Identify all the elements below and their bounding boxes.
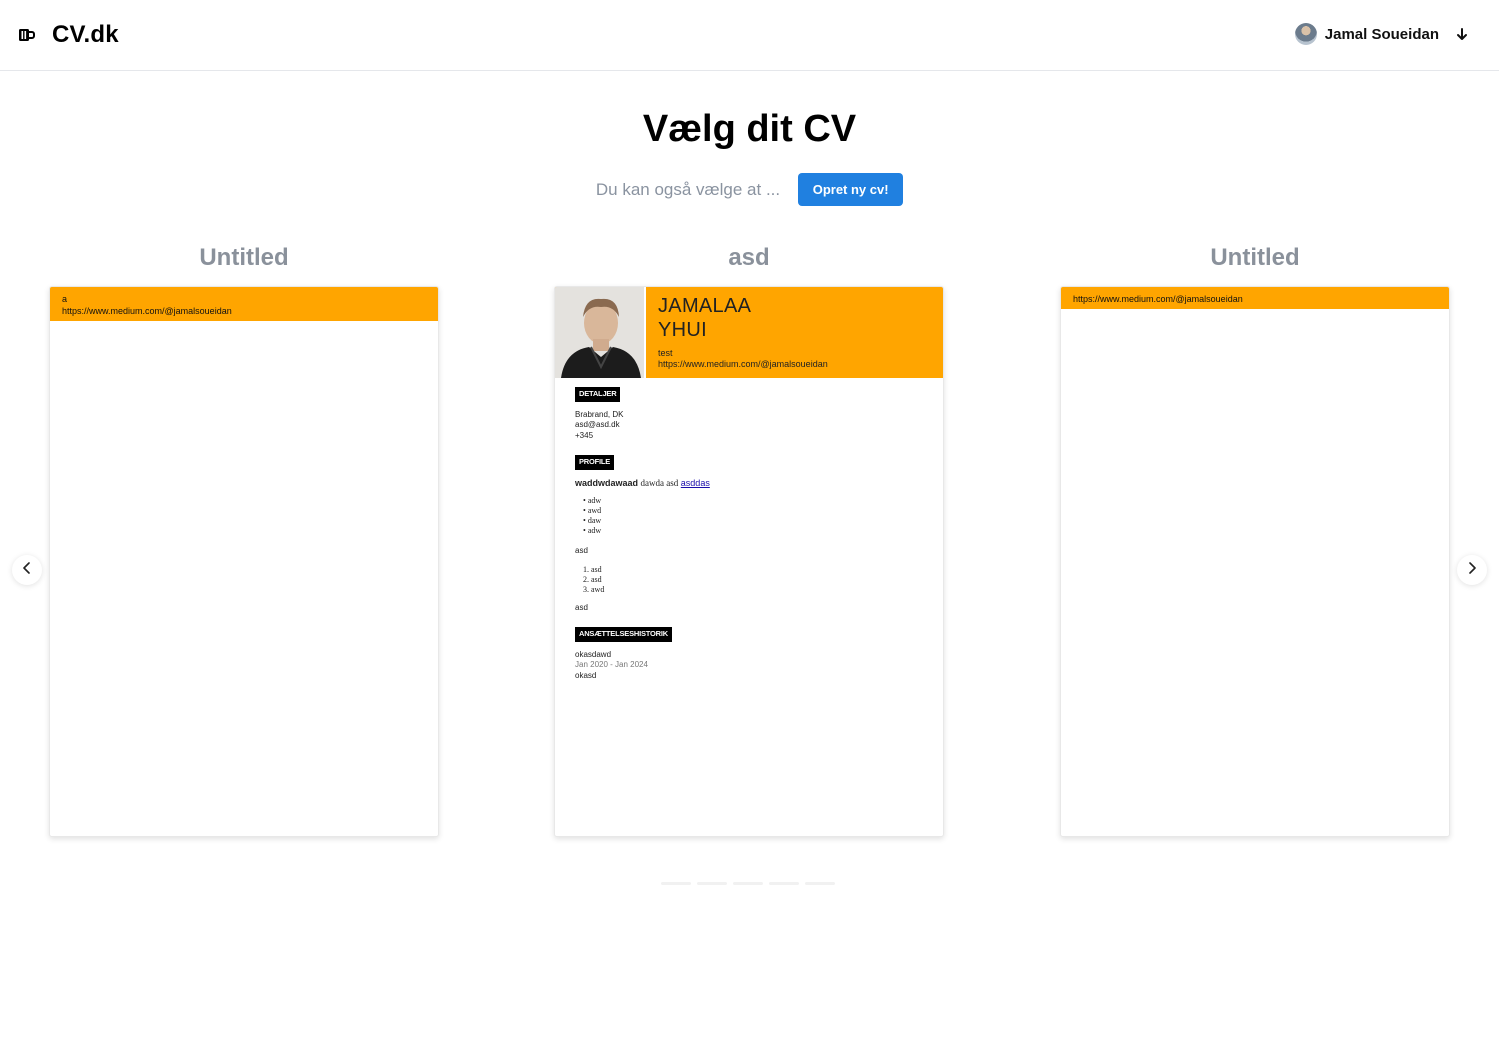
carousel-dot[interactable] <box>661 882 691 885</box>
carousel-dot[interactable] <box>733 882 763 885</box>
cv-details-section: DETALJER Brabrand, DK asd@asd.dk +345 <box>575 387 923 441</box>
profile-bold-text: waddwdawaad <box>575 477 639 488</box>
carousel-next-button[interactable] <box>1457 555 1487 585</box>
carousel-indicators <box>661 882 835 885</box>
section-label: ANSÆTTELSESHISTORIK <box>575 627 672 642</box>
cv-card-title: Untitled <box>199 244 289 271</box>
list-item: awd <box>591 585 923 595</box>
list-item: • adw <box>583 496 602 505</box>
cv-name-last: YHUI <box>658 319 707 341</box>
cv-header-text: a <box>62 294 68 304</box>
cv-subtitle: test <box>658 348 673 358</box>
arrow-down-icon <box>1455 27 1469 41</box>
cv-body: DETALJER Brabrand, DK asd@asd.dk +345 PR… <box>555 378 943 704</box>
cv-detail-email: asd@asd.dk <box>575 420 620 429</box>
section-label: PROFILE <box>575 455 615 470</box>
brand-logo[interactable]: CV.dk <box>18 21 119 49</box>
cv-employment-section: ANSÆTTELSESHISTORIK okasdawd Jan 2020 - … <box>575 627 923 681</box>
list-item: asd <box>591 575 923 585</box>
profile-paragraph: asd <box>575 602 588 612</box>
subtitle-row: Du kan også vælge at ... Opret ny cv! <box>0 173 1499 206</box>
job-description: okasd <box>575 670 597 680</box>
brand-name: CV.dk <box>52 21 119 48</box>
job-title: okasdawd <box>575 649 612 659</box>
profile-paragraph: asd <box>575 546 588 555</box>
avatar <box>1294 23 1317 45</box>
cv-header: https://www.medium.com/@jamalsoueidan <box>1061 287 1449 309</box>
list-item: asd <box>591 565 923 575</box>
cv-card[interactable]: JAMALAA YHUI test https://www.medium.com… <box>554 286 944 837</box>
cv-card[interactable]: https://www.medium.com/@jamalsoueidan <box>1060 286 1450 837</box>
create-cv-button[interactable]: Opret ny cv! <box>798 173 904 206</box>
user-name: Jamal Soueidan <box>1324 25 1439 43</box>
cv-header-url: https://www.medium.com/@jamalsoueidan <box>62 306 232 316</box>
chevron-left-icon <box>22 561 32 579</box>
profile-photo <box>555 287 646 378</box>
cv-header-text: JAMALAA YHUI test https://www.medium.com… <box>646 287 840 378</box>
cv-header: JAMALAA YHUI test https://www.medium.com… <box>555 287 943 378</box>
subtitle-text: Du kan også vælge at ... <box>595 179 781 199</box>
section-label: DETALJER <box>575 387 621 402</box>
carousel-dot[interactable] <box>769 882 799 885</box>
chevron-right-icon <box>1467 561 1477 579</box>
cv-header: a https://www.medium.com/@jamalsoueidan <box>50 287 438 321</box>
cv-card-title: asd <box>728 244 770 271</box>
cv-detail-location: Brabrand, DK <box>575 409 624 419</box>
numbered-list: asd asd awd <box>591 565 923 595</box>
carousel-dot[interactable] <box>805 882 835 885</box>
top-navigation-bar: CV.dk Jamal Soueidan <box>0 0 1499 71</box>
bullet-list: • adw • awd • daw • adw <box>583 496 923 536</box>
cv-header-url: https://www.medium.com/@jamalsoueidan <box>1073 294 1243 304</box>
list-item: • adw <box>583 526 602 535</box>
beer-mug-icon <box>18 25 38 45</box>
profile-text: dawda asd <box>640 477 679 488</box>
cv-card-title: Untitled <box>1210 244 1300 271</box>
list-item: • awd <box>583 506 602 515</box>
carousel-prev-button[interactable] <box>12 555 42 585</box>
list-item: • daw <box>583 516 602 525</box>
carousel-dot[interactable] <box>697 882 727 885</box>
cv-detail-phone: +345 <box>575 430 594 440</box>
cv-name-first: JAMALAA <box>658 295 752 317</box>
page-title: Vælg dit CV <box>642 108 857 150</box>
cv-card[interactable]: a https://www.medium.com/@jamalsoueidan <box>49 286 439 837</box>
cv-profile-section: PROFILE waddwdawaad dawda asd asddas • a… <box>575 455 923 613</box>
cv-url: https://www.medium.com/@jamalsoueidan <box>658 359 828 369</box>
profile-link[interactable]: asddas <box>681 478 710 488</box>
job-dates: Jan 2020 - Jan 2024 <box>575 660 648 669</box>
user-menu[interactable]: Jamal Soueidan <box>1294 23 1469 45</box>
